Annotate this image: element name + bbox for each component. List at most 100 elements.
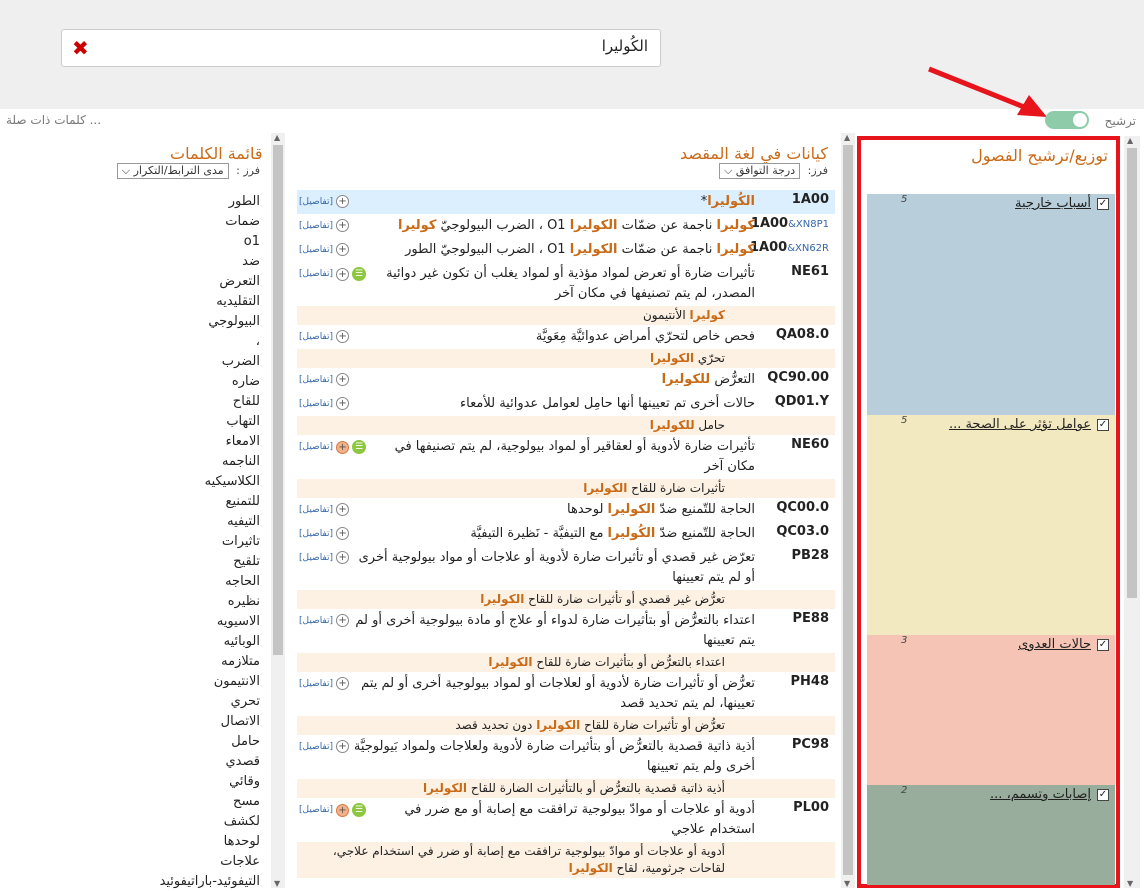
chapter-checkbox[interactable]: ✓: [1097, 789, 1109, 801]
entity-code[interactable]: QC03.0: [755, 524, 835, 539]
expand-plus-icon[interactable]: +: [336, 803, 350, 817]
chapter-title-link[interactable]: عوامل تؤثر على الصحة ...: [949, 417, 1091, 432]
word-list-item[interactable]: مسح: [130, 792, 260, 812]
filter-toggle[interactable]: [1045, 111, 1089, 129]
entity-title[interactable]: حالات أخرى تم تعيينها أنها حامِل لعوامل …: [349, 394, 755, 414]
word-list-item[interactable]: وقائي: [130, 772, 260, 792]
entity-code[interactable]: PC98: [755, 737, 835, 752]
entity-title[interactable]: تأثيرات ضارة لأدوية أو لعقاقير أو لمواد …: [366, 437, 755, 477]
entity-title[interactable]: تأثيرات ضارة أو تعرض لمواد مؤذية أو لموا…: [366, 264, 755, 304]
entity-title[interactable]: أدوية أو علاجات أو موادّ بيولوجية ترافقت…: [366, 800, 755, 840]
entity-title[interactable]: كوليرا ناجمة عن ضمّات الكوليرا O1 ، الضر…: [349, 216, 755, 236]
details-link[interactable]: [تفاصيل]: [299, 553, 333, 563]
related-words-link[interactable]: كلمات ذات صلة ...: [6, 113, 101, 127]
word-list-item[interactable]: البيولوجي: [130, 312, 260, 332]
expand-plus-icon[interactable]: +: [336, 267, 350, 281]
list-icon[interactable]: ☰: [352, 267, 367, 281]
chapter-block[interactable]: ✓ حالات العدوى 3: [867, 635, 1115, 785]
words-sort-select[interactable]: مدى الترابط/التكرار ⌵: [116, 163, 229, 179]
details-link[interactable]: [تفاصيل]: [299, 332, 333, 342]
word-list-item[interactable]: التيفيه: [130, 512, 260, 532]
entity-item[interactable]: QC90.00 التعرُّض للكوليرا [تفاصيل] +: [297, 368, 835, 392]
details-link[interactable]: [تفاصيل]: [299, 375, 333, 385]
expand-plus-icon[interactable]: +: [336, 397, 350, 410]
word-list-item[interactable]: قصدي: [130, 752, 261, 772]
entity-item[interactable]: PE88 اعتداء بالتعرُّض أو بتأثيرات ضارة لد…: [297, 609, 835, 672]
details-link[interactable]: [تفاصيل]: [299, 399, 333, 409]
word-list-item[interactable]: الامعاء: [130, 432, 260, 452]
word-list-item[interactable]: نظيره: [130, 592, 260, 612]
word-list-item[interactable]: o1: [130, 232, 260, 252]
entity-item[interactable]: PC98 أذية ذاتية قصدية بالتعرُّض أو بتأثير…: [297, 735, 835, 798]
chapter-checkbox[interactable]: ✓: [1097, 198, 1109, 210]
entity-title[interactable]: اعتداء بالتعرُّض أو بتأثيرات ضارة لدواء …: [349, 611, 755, 651]
word-list-item[interactable]: الاتصال: [130, 712, 260, 732]
entity-item[interactable]: 1A00 الكُوليرا* [تفاصيل] +: [297, 190, 835, 214]
scroll-thumb[interactable]: [1127, 148, 1137, 598]
clear-icon[interactable]: ✖: [72, 38, 92, 58]
chapter-block[interactable]: ✓ عوامل تؤثر على الصحة ... 5: [867, 415, 1115, 635]
expand-plus-icon[interactable]: +: [336, 440, 350, 454]
word-list-item[interactable]: للقاح: [130, 392, 260, 412]
details-link[interactable]: [تفاصيل]: [299, 679, 333, 689]
entity-item[interactable]: PL00 أدوية أو علاجات أو موادّ بيولوجية تر…: [297, 798, 835, 878]
entities-sort-select[interactable]: درجة التوافق ⌵: [718, 163, 801, 179]
entity-item[interactable]: PH48 تعرُّض أو تأثيرات ضارة لأدوية أو لعل…: [297, 672, 835, 735]
word-list-item[interactable]: التقليديه: [130, 292, 260, 312]
chapter-block[interactable]: ✓ إصابات وتسمم، ... 2: [867, 785, 1115, 885]
details-link[interactable]: [تفاصيل]: [299, 529, 333, 539]
entity-title[interactable]: أذية ذاتية قصدية بالتعرُّض أو بتأثيرات ض…: [349, 737, 755, 777]
chapter-title-link[interactable]: حالات العدوى: [1018, 637, 1091, 652]
details-link[interactable]: [تفاصيل]: [299, 197, 333, 207]
details-link[interactable]: [تفاصيل]: [299, 245, 333, 255]
details-link[interactable]: [تفاصيل]: [299, 505, 333, 515]
entity-item[interactable]: NE60 تأثيرات ضارة لأدوية أو لعقاقير أو لم…: [297, 435, 835, 498]
chapter-title-link[interactable]: أسباب خارجية: [1015, 196, 1091, 211]
entity-title[interactable]: تعرُّض أو تأثيرات ضارة لأدوية أو لعلاجات…: [349, 674, 755, 714]
entity-code[interactable]: PL00: [755, 800, 835, 815]
details-link[interactable]: [تفاصيل]: [299, 805, 333, 815]
entity-code[interactable]: 1A00&XN62R: [750, 240, 835, 255]
search-input[interactable]: الكُوليرا ✖: [61, 29, 661, 67]
entity-code[interactable]: QD01.Y: [755, 394, 835, 409]
expand-plus-icon[interactable]: +: [336, 527, 350, 540]
chapter-block[interactable]: ✓ أسباب خارجية 5: [867, 194, 1115, 415]
entity-code[interactable]: PE88: [755, 611, 835, 626]
word-list-item[interactable]: ضد: [130, 252, 260, 272]
word-list-item[interactable]: الاسيويه: [130, 612, 260, 632]
entity-list-scrollbar[interactable]: ▲ ▼: [841, 133, 855, 888]
word-list-item[interactable]: لوحدها: [130, 832, 260, 852]
expand-plus-icon[interactable]: +: [336, 614, 350, 627]
entity-code[interactable]: 1A00&XN8P1: [751, 216, 835, 231]
entity-item[interactable]: 1A00&XN62R كوليرا ناجمة عن ضمّات الكوليرا…: [297, 238, 835, 262]
scroll-up-icon[interactable]: ▲: [844, 133, 850, 142]
list-icon[interactable]: ☰: [352, 440, 367, 454]
word-list-item[interactable]: الضرب: [130, 352, 260, 372]
expand-plus-icon[interactable]: +: [336, 330, 350, 343]
expand-plus-icon[interactable]: +: [336, 373, 350, 386]
expand-plus-icon[interactable]: +: [336, 503, 350, 516]
entity-title[interactable]: كوليرا ناجمة عن ضمّات الكوليرا O1 ، الضر…: [349, 240, 755, 260]
word-list-item[interactable]: تلقيح: [130, 552, 260, 572]
word-list-item[interactable]: تاثيرات: [130, 532, 260, 552]
details-link[interactable]: [تفاصيل]: [299, 742, 333, 752]
scroll-down-icon[interactable]: ▼: [844, 879, 850, 888]
expand-plus-icon[interactable]: +: [336, 195, 350, 208]
word-list-item[interactable]: التيفوئيد-باراتيفوئيد: [130, 872, 260, 891]
details-link[interactable]: [تفاصيل]: [299, 616, 333, 626]
word-list-item[interactable]: الانتيمون: [130, 672, 260, 692]
entity-item[interactable]: 1A00&XN8P1 كوليرا ناجمة عن ضمّات الكوليرا…: [297, 214, 835, 238]
entity-code[interactable]: QC00.0: [755, 500, 835, 515]
entity-title[interactable]: الكُوليرا*: [349, 192, 755, 212]
details-link[interactable]: [تفاصيل]: [299, 221, 333, 231]
entity-code[interactable]: QA08.0: [755, 327, 835, 342]
details-link[interactable]: [تفاصيل]: [299, 442, 333, 452]
scroll-down-icon[interactable]: ▼: [274, 879, 280, 888]
word-list-scrollbar[interactable]: ▲ ▼: [271, 133, 285, 888]
scroll-thumb[interactable]: [843, 145, 853, 875]
scroll-up-icon[interactable]: ▲: [274, 133, 280, 142]
entity-code[interactable]: 1A00: [755, 192, 835, 207]
entity-item[interactable]: NE61 تأثيرات ضارة أو تعرض لمواد مؤذية أو …: [297, 262, 835, 325]
word-list-item[interactable]: الحاجه: [130, 572, 260, 592]
scroll-up-icon[interactable]: ▲: [1127, 136, 1133, 145]
